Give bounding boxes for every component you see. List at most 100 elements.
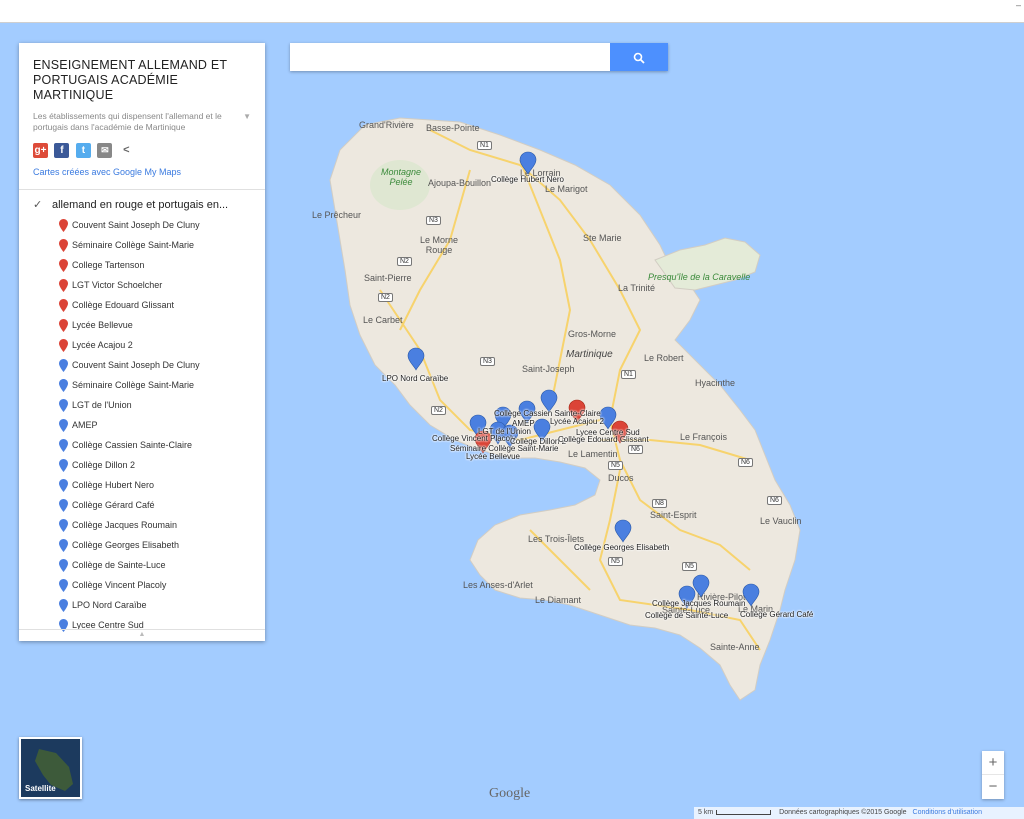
map-pin-icon: [59, 379, 68, 392]
marker-pin[interactable]: [614, 519, 632, 543]
legend-item[interactable]: LGT de l'Union: [59, 399, 265, 419]
marker-label: LPO Nord Caraïbe: [382, 374, 449, 383]
legend-item-label: Collège Jacques Roumain: [72, 520, 178, 530]
legend-item[interactable]: Lycée Acajou 2: [59, 339, 265, 359]
checkbox-icon[interactable]: ✓: [33, 198, 47, 211]
marker-label: Collège Vincent Placoly: [432, 434, 516, 443]
scale-label: 5 km: [698, 809, 714, 816]
legend-item[interactable]: Séminaire Collège Saint-Marie: [59, 239, 265, 259]
marker-pin[interactable]: [692, 574, 710, 598]
marker-label: Lycée Acajou 2: [550, 417, 604, 426]
map-description: Les établissements qui dispensent l'alle…: [19, 103, 265, 133]
search-button[interactable]: [610, 43, 668, 71]
map-pin-icon: [59, 419, 68, 432]
map-pin-icon: [59, 279, 68, 292]
map-title: ENSEIGNEMENT ALLEMAND ET PORTUGAIS ACADÉ…: [33, 58, 227, 102]
corner-mark: –: [1015, 0, 1021, 10]
twitter-icon[interactable]: t: [75, 143, 91, 159]
marker-label: Collège de Sainte-Luce: [645, 611, 729, 620]
legend-item[interactable]: Collège Cassien Sainte-Claire: [59, 439, 265, 459]
facebook-icon[interactable]: f: [54, 143, 70, 159]
legend-item[interactable]: Couvent Saint Joseph De Cluny: [59, 219, 265, 239]
legend-item[interactable]: Séminaire Collège Saint-Marie: [59, 379, 265, 399]
legend-item[interactable]: College Tartenson: [59, 259, 265, 279]
map-pin-icon: [59, 519, 68, 532]
google-plus-icon[interactable]: g+: [33, 143, 48, 159]
legend-item[interactable]: Collège de Sainte-Luce: [59, 559, 265, 579]
legend-item[interactable]: Collège Georges Elisabeth: [59, 539, 265, 559]
legend-list: Couvent Saint Joseph De Cluny Séminaire C…: [19, 212, 265, 639]
map-pin-icon: [59, 459, 68, 472]
legend-item[interactable]: LPO Nord Caraïbe: [59, 599, 265, 619]
layer-title: allemand en rouge et portugais en...: [52, 199, 229, 211]
legend-panel: ENSEIGNEMENT ALLEMAND ET PORTUGAIS ACADÉ…: [19, 43, 265, 641]
map-pin-icon: [59, 479, 68, 492]
zoom-in-button[interactable]: +: [982, 751, 1004, 775]
map-pin-icon: [59, 499, 68, 512]
marker-label: Collège Georges Elisabeth: [574, 543, 670, 552]
legend-item-label: Collège Edouard Glissant: [72, 300, 175, 310]
zoom-out-button[interactable]: −: [982, 775, 1004, 799]
legend-item[interactable]: Collège Edouard Glissant: [59, 299, 265, 319]
marker-pin[interactable]: [407, 347, 425, 371]
map-pin-icon: [59, 599, 68, 612]
map-pin-icon: [59, 259, 68, 272]
legend-item[interactable]: Collège Vincent Placoly: [59, 579, 265, 599]
legend-item-label: Séminaire Collège Saint-Marie: [72, 240, 195, 250]
zoom-control: + −: [982, 751, 1004, 799]
legend-item-label: Lycée Acajou 2: [72, 340, 133, 350]
chevron-down-icon[interactable]: ▼: [243, 111, 251, 122]
email-icon[interactable]: ✉: [97, 143, 113, 159]
legend-item[interactable]: Lycée Bellevue: [59, 319, 265, 339]
marker-label: Lycée Bellevue: [466, 452, 520, 461]
map-pin-icon: [59, 559, 68, 572]
legend-item-label: Lycée Bellevue: [72, 320, 133, 330]
top-bar: –: [0, 0, 1024, 23]
social-share: g+ f t ✉ <: [19, 133, 265, 161]
map-pin-icon: [59, 319, 68, 332]
marker-label: Collège Gérard Café: [740, 610, 814, 619]
search-icon: [633, 52, 645, 64]
legend-item-label: LGT de l'Union: [72, 400, 132, 410]
legend-item[interactable]: Collège Gérard Café: [59, 499, 265, 519]
legend-item-label: AMEP: [72, 420, 98, 430]
map-pin-icon: [59, 339, 68, 352]
map-pin-icon: [59, 359, 68, 372]
satellite-toggle[interactable]: Satellite: [19, 737, 82, 799]
legend-item-label: Collège Gérard Café: [72, 500, 155, 510]
terms-link[interactable]: Conditions d'utilisation: [913, 809, 982, 816]
legend-item-label: Collège Dillon 2: [72, 460, 136, 470]
map-description-text: Les établissements qui dispensent l'alle…: [33, 111, 222, 132]
legend-item-label: Couvent Saint Joseph De Cluny: [72, 220, 200, 230]
share-icon[interactable]: <: [119, 143, 134, 158]
my-maps-credit-link[interactable]: Cartes créées avec Google My Maps: [19, 161, 265, 177]
marker-label: Collège Jacques Roumain: [652, 599, 746, 608]
legend-item[interactable]: Collège Jacques Roumain: [59, 519, 265, 539]
legend-item[interactable]: Collège Hubert Nero: [59, 479, 265, 499]
google-logo: Google: [489, 786, 531, 801]
map-pin-icon: [59, 239, 68, 252]
legend-item-label: Collège Hubert Nero: [72, 480, 155, 490]
legend-item[interactable]: Couvent Saint Joseph De Cluny: [59, 359, 265, 379]
layer-header[interactable]: ✓ allemand en rouge et portugais en...: [19, 190, 265, 212]
legend-item-label: Collège Vincent Placoly: [72, 580, 167, 590]
map-pin-icon: [59, 539, 68, 552]
legend-item[interactable]: LGT Victor Schoelcher: [59, 279, 265, 299]
map-pin-icon: [59, 439, 68, 452]
legend-item-label: LGT Victor Schoelcher: [72, 280, 163, 290]
legend-item[interactable]: AMEP: [59, 419, 265, 439]
marker-pin[interactable]: [742, 583, 760, 607]
legend-item[interactable]: Collège Dillon 2: [59, 459, 265, 479]
legend-item-label: LPO Nord Caraïbe: [72, 600, 147, 610]
map-pin-icon: [59, 219, 68, 232]
marker-label: Collège Hubert Nero: [491, 175, 564, 184]
marker-pin[interactable]: [519, 151, 537, 175]
map-data-credit: Données cartographiques ©2015 Google: [779, 809, 907, 816]
collapse-handle[interactable]: ▲: [19, 629, 265, 641]
legend-item-label: Collège Georges Elisabeth: [72, 540, 180, 550]
satellite-label: Satellite: [25, 784, 56, 793]
scale-bar: [716, 809, 772, 815]
search-box: [290, 43, 668, 71]
map-pin-icon: [59, 579, 68, 592]
search-input[interactable]: [290, 43, 610, 71]
